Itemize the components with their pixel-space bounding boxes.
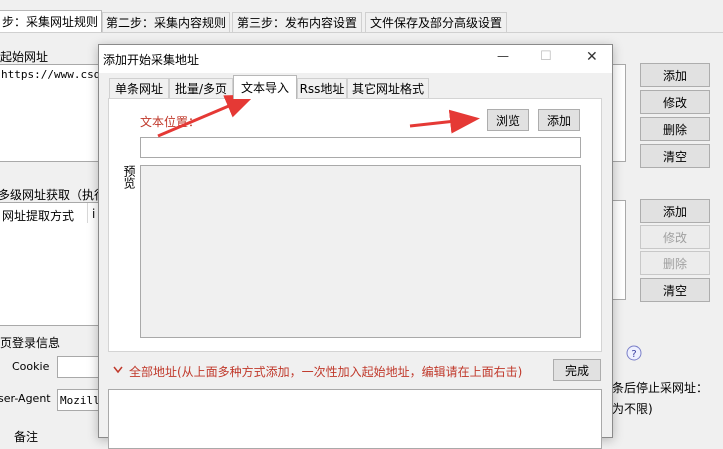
annotation-arrow-browse (409, 109, 480, 134)
annotation-arrow-tab (157, 94, 256, 138)
annotation-arrows (157, 94, 480, 138)
tab-text-import[interactable]: 文本导入 (233, 75, 297, 99)
